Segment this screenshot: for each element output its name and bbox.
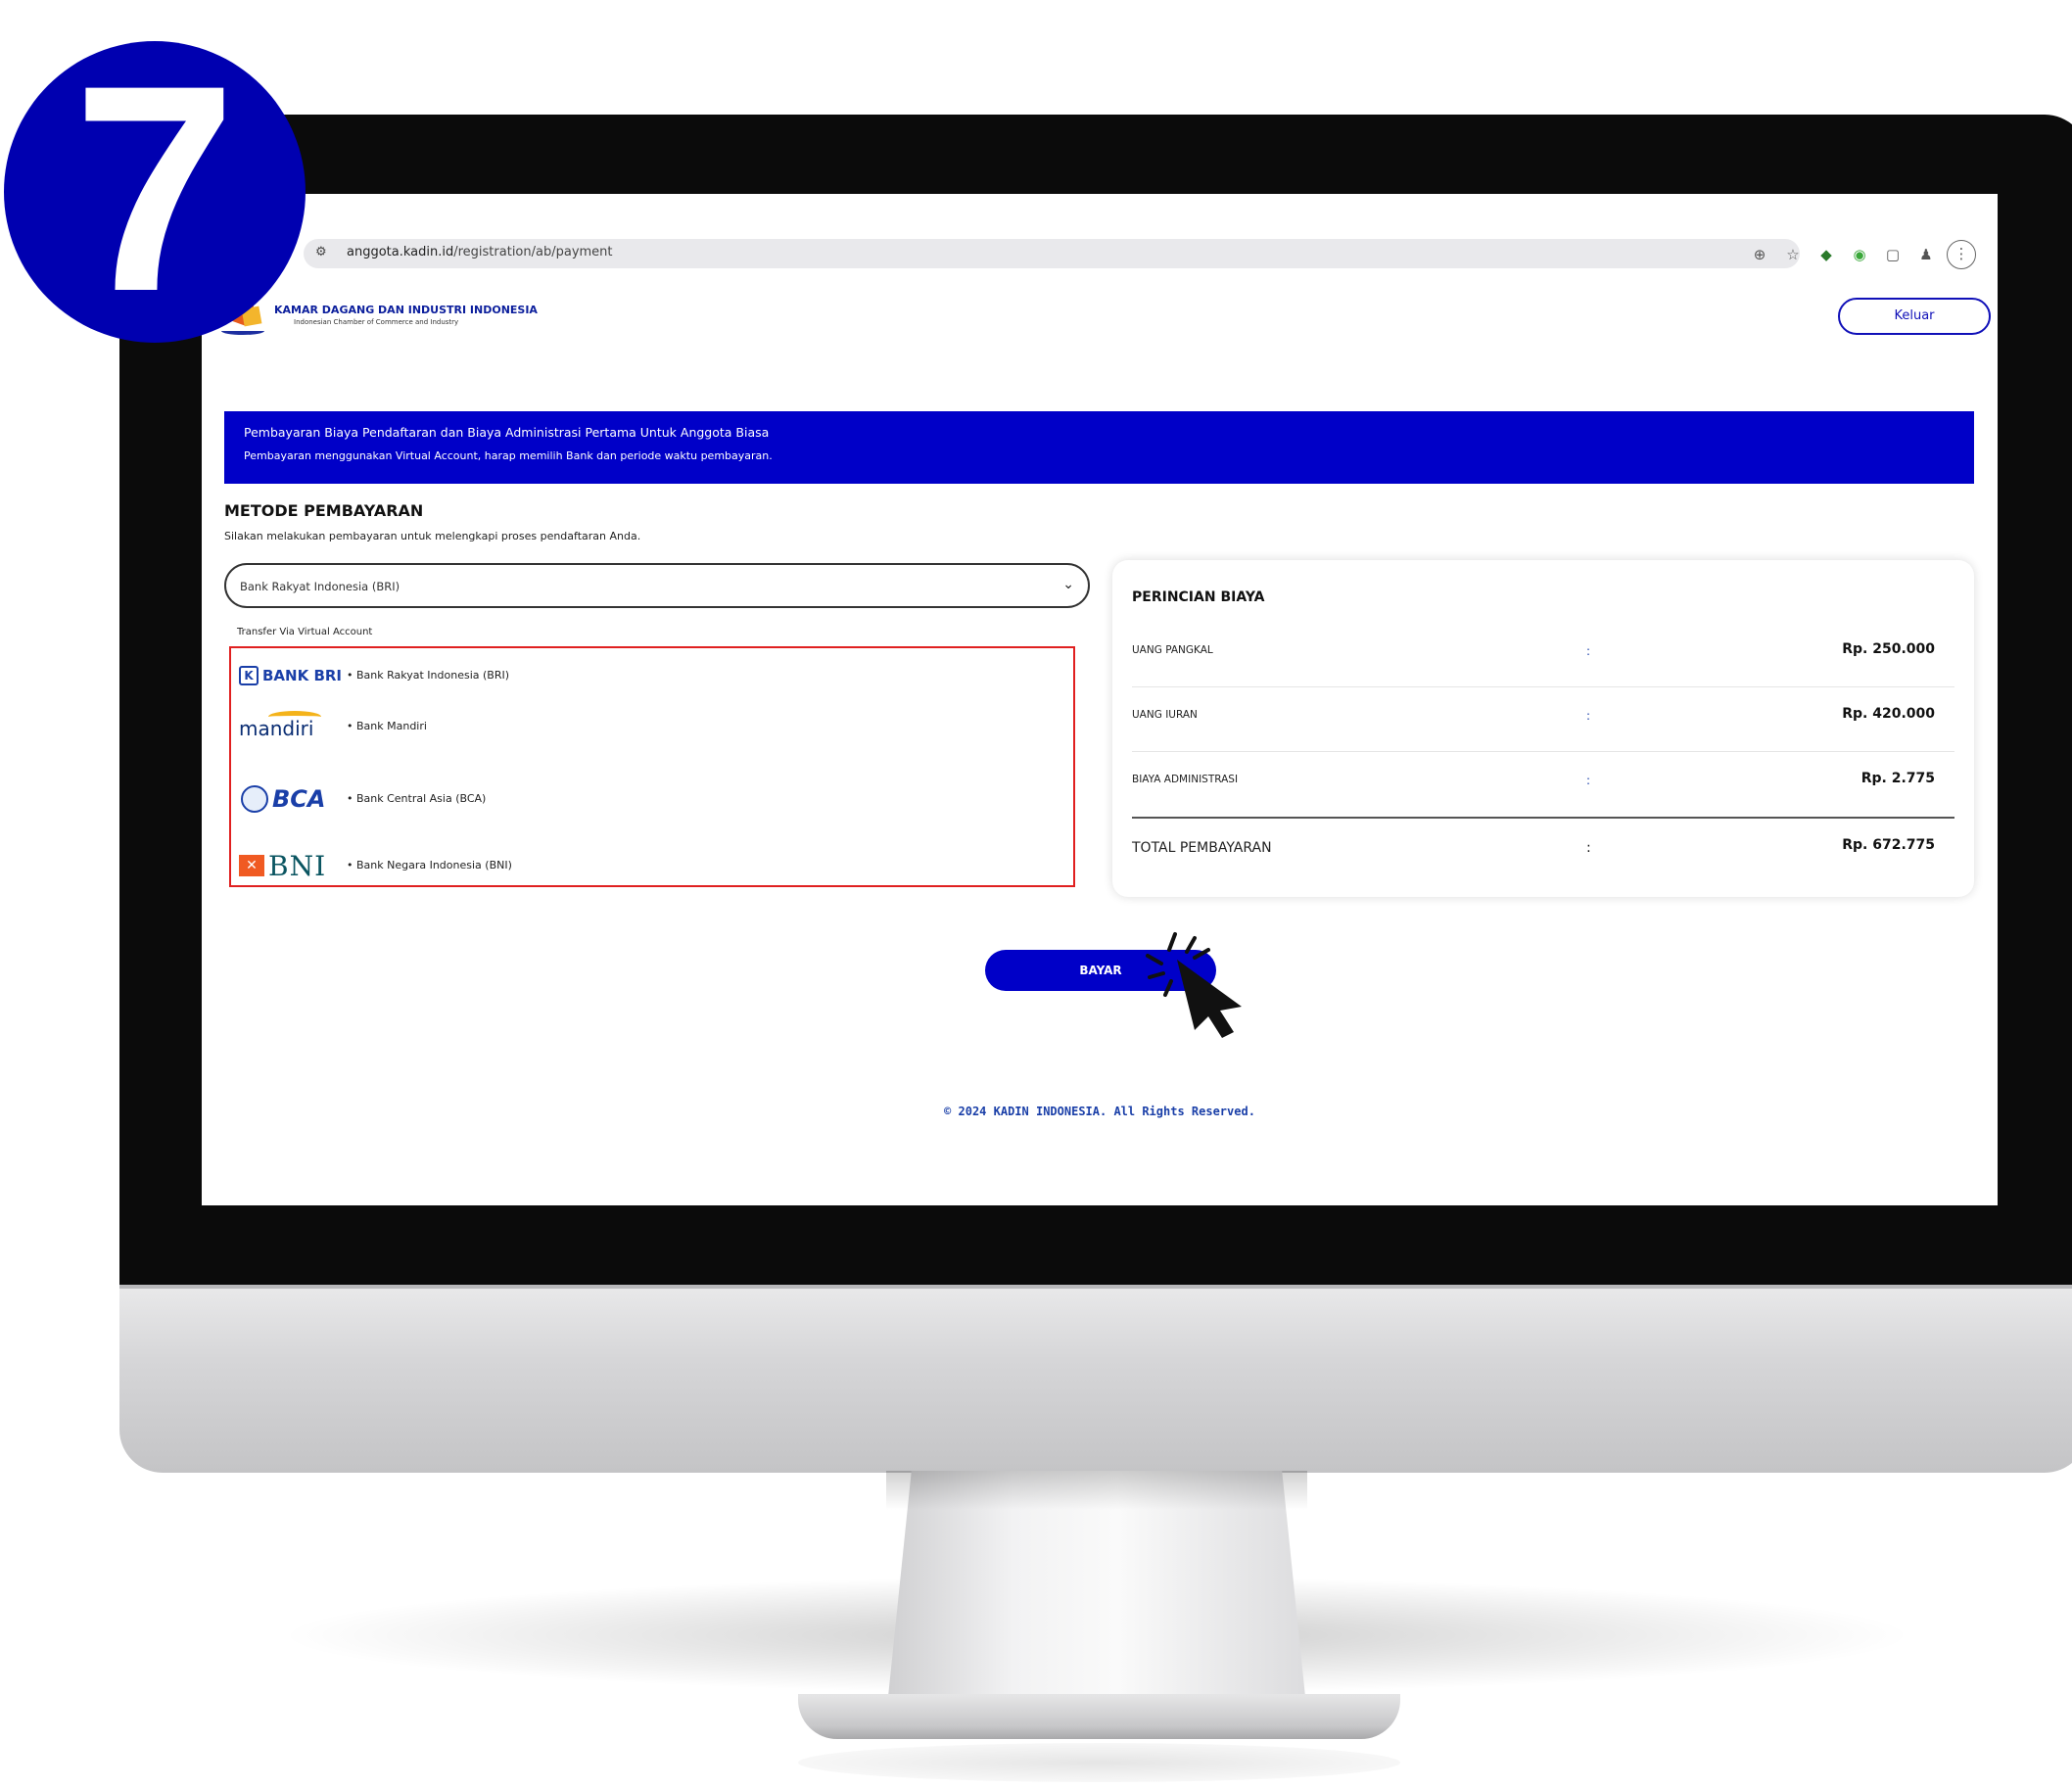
fee-row: UANG PANGKAL : Rp. 250.000 <box>1132 623 1954 687</box>
fee-separator: : <box>1586 774 1591 787</box>
fee-label: BIAYA ADMINISTRASI <box>1132 774 1239 785</box>
fee-details-title: PERINCIAN BIAYA <box>1132 589 1265 605</box>
monitor-stand-base <box>798 1694 1400 1739</box>
bca-icon <box>241 785 268 813</box>
base-reflection <box>798 1743 1400 1782</box>
mandiri-logo-text: mandiri <box>239 717 314 740</box>
fee-separator: : <box>1586 644 1591 658</box>
zoom-icon[interactable]: ⊕ <box>1743 246 1776 263</box>
fee-label: UANG IURAN <box>1132 709 1198 721</box>
bca-logo: BCA <box>239 779 337 819</box>
payment-method-title: METODE PEMBAYARAN <box>224 501 424 520</box>
fee-amount: Rp. 420.000 <box>1842 706 1935 722</box>
fee-total-row: TOTAL PEMBAYARAN : Rp. 672.775 <box>1132 817 1954 881</box>
monitor-chin <box>119 1285 2072 1473</box>
puzzle-icon[interactable]: ▢ <box>1876 246 1909 263</box>
total-label: TOTAL PEMBAYARAN <box>1132 840 1272 856</box>
bank-select-value: Bank Rakyat Indonesia (BRI) <box>240 580 400 593</box>
bank-option-label: • Bank Central Asia (BCA) <box>347 792 487 805</box>
fee-row: BIAYA ADMINISTRASI : Rp. 2.775 <box>1132 752 1954 817</box>
bank-option-bri[interactable]: K BANK BRI • Bank Rakyat Indonesia (BRI) <box>239 656 1061 695</box>
fee-label: UANG PANGKAL <box>1132 644 1213 656</box>
fee-amount: Rp. 250.000 <box>1842 641 1935 657</box>
total-separator: : <box>1586 840 1591 856</box>
bank-options-list: K BANK BRI • Bank Rakyat Indonesia (BRI)… <box>229 646 1075 887</box>
bri-logo-text: BANK BRI <box>262 667 343 684</box>
brand-subtitle: Indonesian Chamber of Commerce and Indus… <box>294 318 459 326</box>
bri-logo: K BANK BRI <box>239 656 342 695</box>
logout-button[interactable]: Keluar <box>1838 298 1991 335</box>
step-number: 7 <box>72 24 237 353</box>
click-cursor-icon <box>1146 932 1242 1038</box>
bni-logo: ✕ BNI <box>239 846 337 885</box>
site-settings-icon[interactable]: ⚙ <box>315 245 335 262</box>
bri-icon: K <box>239 666 259 685</box>
bca-logo-text: BCA <box>272 785 326 813</box>
menu-icon[interactable]: ⋮ <box>1947 240 1976 269</box>
address-bar[interactable]: ⚙ anggota.kadin.id/registration/ab/payme… <box>304 239 1800 268</box>
bank-option-label: • Bank Negara Indonesia (BNI) <box>347 859 512 871</box>
mandiri-logo: mandiri <box>239 707 337 746</box>
info-banner: Pembayaran Biaya Pendaftaran dan Biaya A… <box>224 411 1974 484</box>
fee-details-card: PERINCIAN BIAYA UANG PANGKAL : Rp. 250.0… <box>1112 560 1974 897</box>
options-caption: Transfer Via Virtual Account <box>237 627 373 637</box>
browser-screen: ⚙ anggota.kadin.id/registration/ab/payme… <box>202 194 1998 1205</box>
profile-icon[interactable]: ♟ <box>1909 246 1943 263</box>
fee-row: UANG IURAN : Rp. 420.000 <box>1132 687 1954 752</box>
bank-option-label: • Bank Mandiri <box>347 720 427 732</box>
bank-option-bca[interactable]: BCA • Bank Central Asia (BCA) <box>239 779 1061 819</box>
banner-title: Pembayaran Biaya Pendaftaran dan Biaya A… <box>244 425 770 440</box>
url-text[interactable]: anggota.kadin.id/registration/ab/payment <box>347 245 613 259</box>
browser-toolbar-icons: ⊕ ☆ ◆ ◉ ▢ ♟ ⋮ <box>1743 240 1976 269</box>
chevron-down-icon: ⌄ <box>1062 577 1074 592</box>
payment-method-subtitle: Silakan melakukan pembayaran untuk melen… <box>224 530 641 542</box>
total-amount: Rp. 672.775 <box>1842 837 1935 853</box>
footer-copyright: © 2024 KADIN INDONESIA. All Rights Reser… <box>944 1105 1255 1118</box>
fee-amount: Rp. 2.775 <box>1860 771 1935 786</box>
illustration: ⚙ anggota.kadin.id/registration/ab/payme… <box>0 0 2072 1789</box>
stand-shadow <box>886 1471 1307 1510</box>
brand-title: KAMAR DAGANG DAN INDUSTRI INDONESIA <box>274 304 538 316</box>
bank-option-mandiri[interactable]: mandiri • Bank Mandiri <box>239 707 1061 746</box>
bank-option-bni[interactable]: ✕ BNI • Bank Negara Indonesia (BNI) <box>239 846 1061 885</box>
bank-select[interactable]: Bank Rakyat Indonesia (BRI) ⌄ <box>224 563 1090 608</box>
extension-icon[interactable]: ◆ <box>1810 246 1843 263</box>
fee-separator: : <box>1586 709 1591 723</box>
banner-subtitle: Pembayaran menggunakan Virtual Account, … <box>244 449 773 462</box>
bank-option-label: • Bank Rakyat Indonesia (BRI) <box>347 669 509 682</box>
star-icon[interactable]: ☆ <box>1776 246 1810 263</box>
bni-logo-text: BNI <box>268 850 327 882</box>
bni-icon: ✕ <box>239 855 264 876</box>
chat-extension-icon[interactable]: ◉ <box>1843 246 1876 263</box>
